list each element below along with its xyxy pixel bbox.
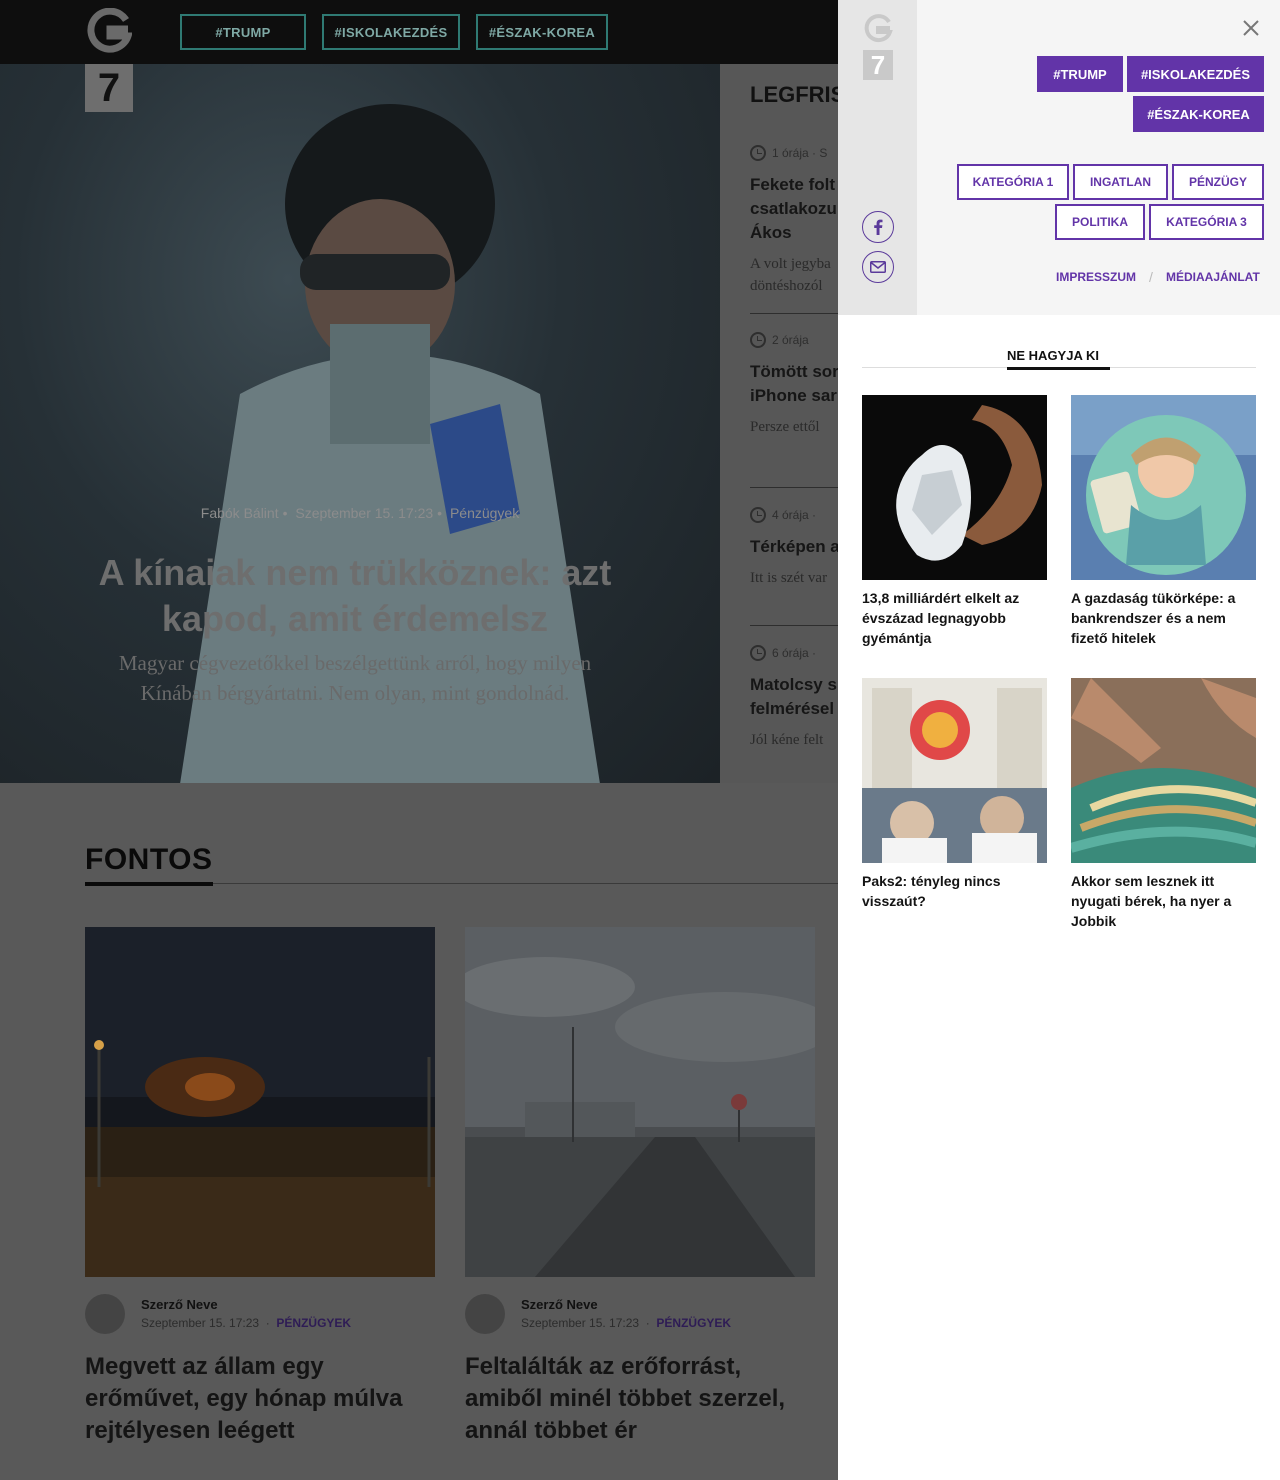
clock-icon — [750, 507, 766, 523]
fontos-card[interactable]: Szerző Neve Szeptember 15. 17:23 · PÉNZÜ… — [85, 927, 435, 1444]
latest-item[interactable]: 4 órája · Térképen a Itt is szét var — [750, 507, 850, 589]
latest-desc: Persze ettől — [750, 419, 820, 435]
card-author[interactable]: Szerző Neve — [521, 1297, 598, 1312]
panel-tag-iskolakezdes[interactable]: #ISKOLAKEZDÉS — [1127, 56, 1264, 92]
panel-logo-7[interactable]: 7 — [863, 50, 893, 80]
link-separator: / — [1149, 269, 1153, 285]
category-ingatlan[interactable]: INGATLAN — [1073, 164, 1168, 200]
recommended-article[interactable]: 13,8 milliárdért elkelt az évszázad legn… — [862, 395, 1047, 648]
latest-desc: Itt is szét var — [750, 570, 828, 586]
recommended-article[interactable]: A gazdaság tükörképe: a bankrendszer és … — [1071, 395, 1256, 648]
latest-desc: A volt jegyba döntéshozól — [750, 256, 831, 294]
article-image[interactable] — [862, 395, 1047, 580]
facebook-icon[interactable] — [862, 211, 894, 243]
card-date: Szeptember 15. 17:23 · PÉNZÜGYEK — [521, 1316, 732, 1330]
hero-title[interactable]: A kínaiak nem trükköznek: azt kapod, ami… — [60, 550, 650, 642]
article-title[interactable]: 13,8 milliárdért elkelt az évszázad legn… — [862, 588, 1047, 648]
latest-title[interactable]: Tömött sor iPhone sar — [750, 360, 850, 408]
latest-time: 4 órája · — [772, 508, 817, 522]
hero-article[interactable]: Fabók Bálint • Szeptember 15. 17:23 • Pénz… — [0, 64, 720, 783]
hero-lead: Magyar cégvezetőkkel beszélgettünk arról… — [118, 651, 592, 705]
heading-underline — [1007, 367, 1110, 370]
article-title[interactable]: Paks2: tényleg nincs visszaút? — [862, 871, 1047, 911]
latest-title[interactable]: Térképen a — [750, 535, 850, 559]
avatar[interactable] — [465, 1294, 505, 1334]
avatar[interactable] — [85, 1294, 125, 1334]
latest-title[interactable]: Fekete folt csatlakozu Ákos — [750, 173, 850, 245]
latest-item[interactable]: 2 órája Tömött sor iPhone sar Persze ett… — [750, 332, 850, 438]
article-title[interactable]: A gazdaság tükörképe: a bankrendszer és … — [1071, 588, 1256, 648]
card-title[interactable]: Megvett az állam egy erőművet, egy hónap… — [85, 1351, 435, 1447]
latest-time: 2 órája — [772, 333, 809, 347]
card-author[interactable]: Szerző Neve — [141, 1297, 218, 1312]
card-date-text: Szeptember 15. 17:23 — [141, 1316, 260, 1330]
article-image[interactable] — [862, 678, 1047, 863]
card-image[interactable] — [465, 927, 815, 1277]
card-category[interactable]: PÉNZÜGYEK — [276, 1316, 351, 1330]
clock-icon — [750, 645, 766, 661]
latest-time: 6 órája · — [772, 646, 817, 660]
article-image[interactable] — [1071, 678, 1256, 863]
category-penzugy[interactable]: PÉNZÜGY — [1172, 164, 1264, 200]
latest-item[interactable]: 1 órája · S Fekete folt csatlakozu Ákos … — [750, 145, 850, 297]
hero-author[interactable]: Fabók Bálint — [201, 505, 279, 521]
category-politika[interactable]: POLITIKA — [1055, 204, 1145, 240]
latest-item[interactable]: 6 órája · Matolcsy s felmérésel Jól kéne… — [750, 645, 850, 751]
article-image[interactable] — [1071, 395, 1256, 580]
link-impresszum[interactable]: IMPRESSZUM — [1056, 270, 1136, 284]
header-tag-trump[interactable]: #TRUMP — [180, 14, 306, 50]
header-tag-iskolakezdes[interactable]: #ISKOLAKEZDÉS — [322, 14, 460, 50]
latest-time: 1 órája · S — [772, 146, 828, 160]
card-title[interactable]: Feltalálták az erőforrást, amiből minél … — [465, 1351, 815, 1447]
divider — [750, 313, 840, 314]
mail-icon[interactable] — [862, 251, 894, 283]
hero-category[interactable]: Pénzügyek — [450, 505, 519, 521]
clock-icon — [750, 145, 766, 161]
panel-logo-g[interactable] — [863, 14, 893, 44]
latest-desc: Jól kéne felt — [750, 732, 824, 748]
card-image[interactable] — [85, 927, 435, 1277]
category-kategoria-1[interactable]: KATEGÓRIA 1 — [957, 164, 1069, 200]
recommended-article[interactable]: Akkor sem lesznek itt nyugati bérek, ha … — [1071, 678, 1256, 931]
divider — [750, 625, 840, 626]
fontos-heading: FONTOS — [85, 843, 213, 876]
close-icon[interactable] — [1241, 18, 1261, 38]
card-date: Szeptember 15. 17:23 · PÉNZÜGYEK — [141, 1316, 352, 1330]
panel-tag-eszak-korea[interactable]: #ÉSZAK-KOREA — [1133, 96, 1264, 132]
clock-icon — [750, 332, 766, 348]
panel-tag-trump[interactable]: #TRUMP — [1037, 56, 1123, 92]
header-tag-eszak-korea[interactable]: #ÉSZAK-KOREA — [476, 14, 608, 50]
site-logo-g[interactable] — [86, 8, 132, 54]
fontos-card[interactable]: Szerző Neve Szeptember 15. 17:23 · PÉNZÜ… — [465, 927, 815, 1444]
heading-underline — [85, 882, 213, 886]
card-date-text: Szeptember 15. 17:23 — [521, 1316, 640, 1330]
category-kategoria-3[interactable]: KATEGÓRIA 3 — [1149, 204, 1264, 240]
link-mediaajanlat[interactable]: MÉDIAAJÁNLAT — [1166, 270, 1260, 284]
recommended-article[interactable]: Paks2: tényleg nincs visszaút? — [862, 678, 1047, 911]
hero-meta: Fabók Bálint • Szeptember 15. 17:23 • Pénz… — [200, 505, 520, 521]
side-menu-panel: 7 #TRUMP #ISKOLAKEZDÉS #ÉSZAK-KOREA KATE… — [838, 0, 1280, 1480]
hero-date: Szeptember 15. 17:23 — [295, 505, 434, 521]
site-logo-7[interactable]: 7 — [85, 64, 133, 112]
latest-title[interactable]: Matolcsy s felmérésel — [750, 673, 850, 721]
ne-hagyja-ki-heading: NE HAGYJA KI — [1007, 348, 1099, 363]
card-category[interactable]: PÉNZÜGYEK — [656, 1316, 731, 1330]
divider — [750, 487, 840, 488]
article-title[interactable]: Akkor sem lesznek itt nyugati bérek, ha … — [1071, 871, 1256, 931]
latest-heading: LEGFRIS — [750, 82, 846, 107]
